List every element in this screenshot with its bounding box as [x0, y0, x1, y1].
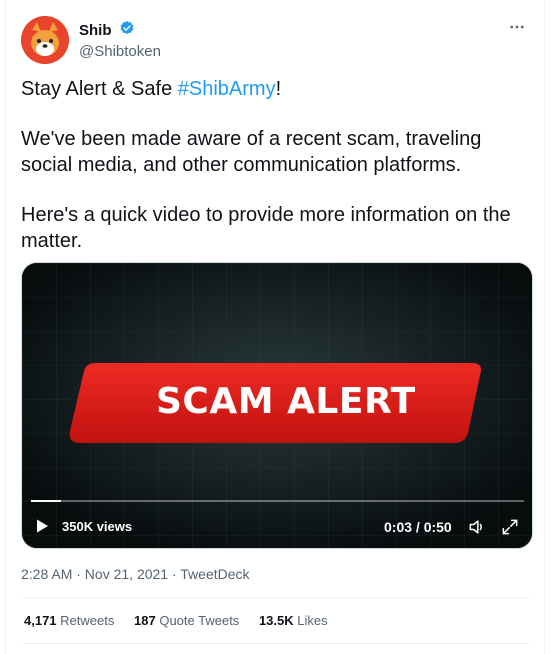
divider: [21, 597, 529, 598]
play-icon[interactable]: [34, 518, 50, 539]
tweet-timestamp[interactable]: 2:28 AM · Nov 21, 2021 · TweetDeck: [21, 566, 250, 582]
tweet-paragraph-3: Here's a quick video to provide more inf…: [21, 204, 511, 252]
tweet-line-1-suffix: !: [275, 78, 282, 100]
tweet-stats: 4,171 Retweets 187 Quote Tweets 13.5K Li…: [24, 613, 344, 628]
video-controls: 350K views 0:03 / 0:50: [22, 515, 532, 539]
retweets-stat[interactable]: 4,171 Retweets: [24, 613, 114, 628]
video-player[interactable]: SCAM ALERT 350K views 0:03 / 0:50: [21, 262, 533, 549]
tweet-card: Shib @Shibtoken Stay Alert & Safe #ShibA…: [5, 0, 545, 654]
avatar[interactable]: [21, 16, 69, 64]
tweet-header: Shib @Shibtoken: [21, 16, 529, 64]
video-views: 350K views: [62, 519, 133, 534]
divider: [21, 643, 529, 644]
retweets-label: Retweets: [60, 613, 115, 628]
verified-badge-icon: [119, 20, 135, 41]
tweet-line-1-text: Stay Alert & Safe: [21, 78, 178, 100]
volume-icon[interactable]: [467, 517, 487, 542]
likes-label: Likes: [297, 613, 328, 628]
video-progress-bar[interactable]: [31, 500, 524, 502]
likes-count: 13.5K: [258, 613, 294, 628]
quote-tweets-stat[interactable]: 187 Quote Tweets: [134, 613, 239, 628]
author-display-name[interactable]: Shib: [79, 22, 112, 39]
quote-tweets-label: Quote Tweets: [159, 613, 240, 628]
video-time: 0:03 / 0:50: [384, 519, 452, 535]
shiba-inu-avatar-icon: [21, 16, 69, 64]
quote-tweets-count: 187: [134, 613, 156, 628]
author-names: Shib @Shibtoken: [79, 20, 161, 60]
video-progress-fill: [31, 500, 61, 502]
tweet-text: Stay Alert & Safe #ShibArmy! We've been …: [21, 76, 536, 278]
retweets-count: 4,171: [24, 613, 57, 628]
scam-alert-text: SCAM ALERT: [156, 381, 416, 422]
tweet-line-1: Stay Alert & Safe #ShibArmy!: [21, 76, 536, 102]
fullscreen-icon[interactable]: [500, 517, 520, 542]
more-options-icon[interactable]: [505, 18, 529, 38]
tweet-paragraph-2: We've been made aware of a recent scam, …: [21, 128, 482, 176]
likes-stat[interactable]: 13.5K Likes: [259, 613, 328, 628]
author-handle[interactable]: @Shibtoken: [79, 43, 161, 60]
hashtag-link[interactable]: #ShibArmy: [178, 78, 276, 100]
